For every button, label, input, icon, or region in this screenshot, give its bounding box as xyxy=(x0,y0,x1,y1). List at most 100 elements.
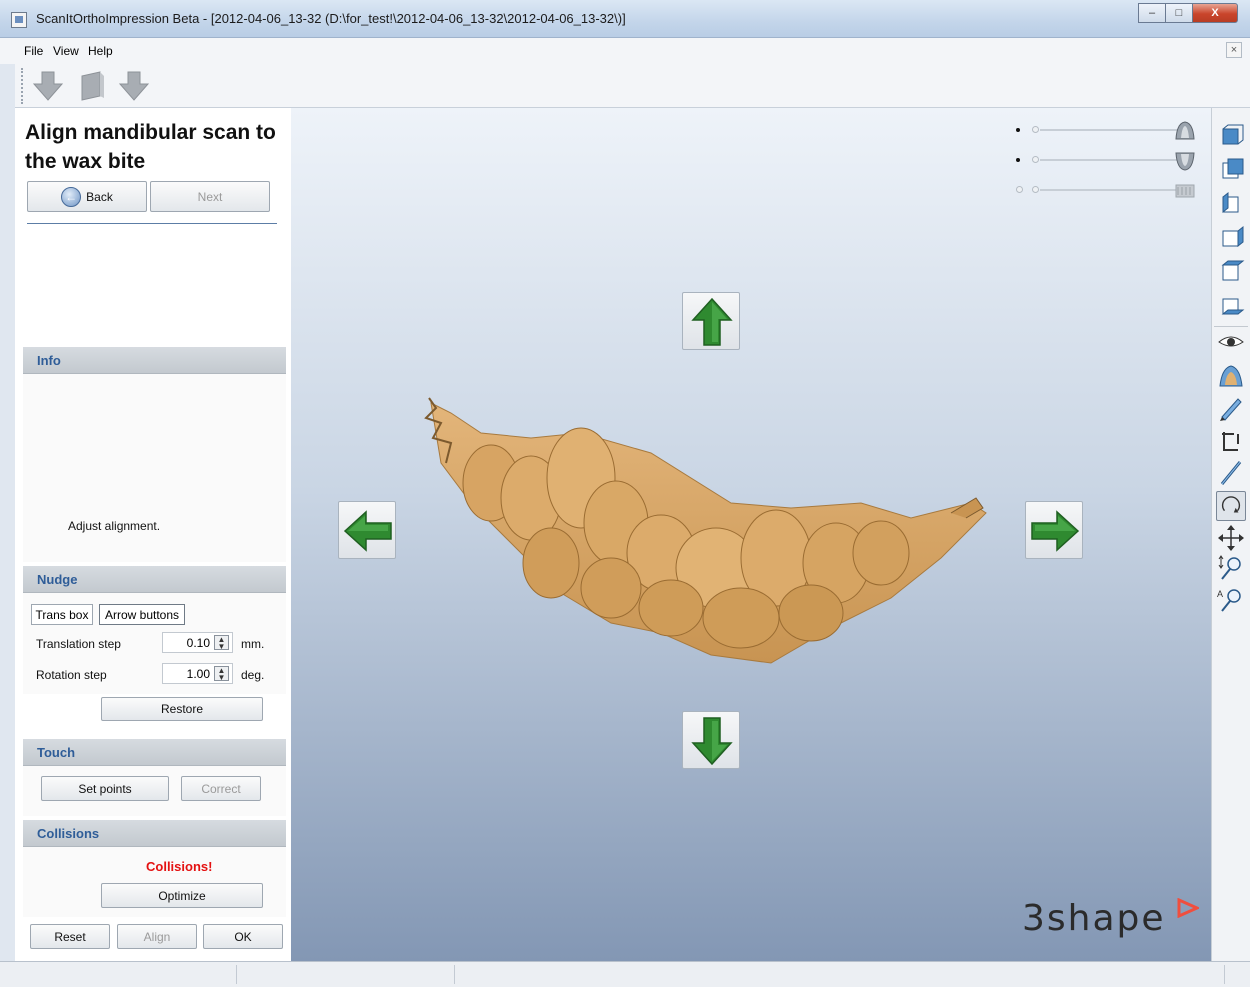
pan-icon[interactable] xyxy=(1216,523,1246,553)
touch-header-label: Touch xyxy=(37,745,76,760)
status-cell-1 xyxy=(15,965,237,984)
wax-bite-icon[interactable] xyxy=(1174,181,1196,201)
slider-ring xyxy=(1032,126,1039,133)
menu-bar: File View Help × xyxy=(0,38,1250,64)
menu-help[interactable]: Help xyxy=(88,44,113,58)
menu-view[interactable]: View xyxy=(53,44,79,58)
rotation-step-label: Rotation step xyxy=(36,668,107,682)
collisions-header-label: Collisions xyxy=(37,826,100,841)
collisions-section-header[interactable]: Collisions xyxy=(23,820,286,847)
translation-step-label: Translation step xyxy=(36,637,121,651)
measure-icon[interactable] xyxy=(1216,458,1246,488)
slider-ring xyxy=(1032,156,1039,163)
window-title: ScanItOrthoImpression Beta - [2012-04-06… xyxy=(36,11,626,26)
info-section-header[interactable]: Info xyxy=(23,347,286,374)
back-button[interactable]: ← Back xyxy=(27,181,147,212)
zoom-icon[interactable] xyxy=(1216,553,1246,583)
arrow-down-icon xyxy=(691,717,733,766)
eye-icon[interactable] xyxy=(1216,328,1246,358)
close-button[interactable]: X xyxy=(1192,3,1238,23)
rotation-step-value: 1.00 xyxy=(186,667,210,681)
view-bottom-icon[interactable] xyxy=(1216,290,1246,320)
nudge-section-header[interactable]: Nudge xyxy=(23,566,286,593)
rotation-step-input[interactable]: 1.00 ▲ ▼ xyxy=(162,663,233,684)
arrow-down-icon[interactable] xyxy=(116,68,152,104)
lower-jaw-visibility-slider[interactable] xyxy=(1016,151,1206,171)
tab-arrow-buttons[interactable]: Arrow buttons xyxy=(99,604,185,625)
info-section-body xyxy=(23,374,286,562)
view-front-icon[interactable] xyxy=(1216,120,1246,150)
slider-track xyxy=(1040,189,1180,191)
view-back-icon[interactable] xyxy=(1216,154,1246,184)
slider-ring xyxy=(1032,186,1039,193)
brand-text: 3shape xyxy=(1022,898,1166,939)
spinner-arrows-icon[interactable]: ▲ ▼ xyxy=(214,635,229,651)
menu-file[interactable]: File xyxy=(24,44,43,58)
back-arrow-icon: ← xyxy=(61,186,82,207)
move-up-button[interactable] xyxy=(682,292,740,350)
rotate-icon[interactable] xyxy=(1216,491,1246,521)
status-cell-2 xyxy=(237,965,455,984)
slider-track xyxy=(1040,129,1180,131)
view-toolbar: A xyxy=(1211,108,1250,961)
dental-model[interactable] xyxy=(411,393,991,673)
arrow-left-icon xyxy=(343,510,392,552)
window-frame xyxy=(0,64,15,961)
rotation-unit: deg. xyxy=(241,668,265,682)
back-label: Back xyxy=(86,189,113,204)
view-left-icon[interactable] xyxy=(1216,188,1246,218)
slider-min-dot xyxy=(1016,128,1020,132)
next-button[interactable]: Next xyxy=(150,181,270,212)
ok-button[interactable]: OK xyxy=(203,924,283,949)
upper-jaw-visibility-slider[interactable] xyxy=(1016,121,1206,141)
wizard-panel: Align mandibular scan to the wax bite ← … xyxy=(15,108,291,961)
status-cell-3 xyxy=(455,965,1225,984)
set-points-button[interactable]: Set points xyxy=(41,776,169,801)
document-close-button[interactable]: × xyxy=(1226,42,1242,58)
app-icon xyxy=(11,12,27,28)
minimize-button[interactable]: – xyxy=(1138,3,1166,23)
collisions-status: Collisions! xyxy=(146,859,213,874)
align-button[interactable]: Align xyxy=(117,924,197,949)
translation-unit: mm. xyxy=(241,637,265,651)
correct-button[interactable]: Correct xyxy=(181,776,261,801)
move-left-button[interactable] xyxy=(338,501,396,559)
3d-viewport[interactable]: 3shape xyxy=(291,108,1211,961)
maximize-button[interactable]: □ xyxy=(1165,3,1193,23)
auto-zoom-icon[interactable]: A xyxy=(1216,585,1246,615)
caption-buttons: – □ X xyxy=(1138,3,1238,25)
pencil-icon[interactable] xyxy=(1216,393,1246,423)
translation-step-input[interactable]: 0.10 ▲ ▼ xyxy=(162,632,233,653)
slider-ring xyxy=(1016,186,1023,193)
wax-bite-visibility-slider[interactable] xyxy=(1016,181,1206,201)
visibility-icon[interactable] xyxy=(1216,360,1246,390)
tab-trans-box[interactable]: Trans box xyxy=(31,604,93,625)
slider-track xyxy=(1040,159,1180,161)
translation-step-value: 0.10 xyxy=(186,636,210,650)
toolbar-grip[interactable] xyxy=(21,68,24,104)
view-right-icon[interactable] xyxy=(1216,222,1246,252)
arrow-down-icon[interactable] xyxy=(30,68,66,104)
scan-cube-icon[interactable] xyxy=(74,68,110,104)
touch-section-header[interactable]: Touch xyxy=(23,739,286,766)
move-down-button[interactable] xyxy=(682,711,740,769)
status-bar xyxy=(0,961,1250,987)
wizard-divider xyxy=(27,223,277,224)
toolbar-separator xyxy=(1214,326,1248,327)
move-right-button[interactable] xyxy=(1025,501,1083,559)
restore-button[interactable]: Restore xyxy=(101,697,263,721)
optimize-button[interactable]: Optimize xyxy=(101,883,263,908)
spinner-arrows-icon[interactable]: ▲ ▼ xyxy=(214,666,229,682)
svg-text:A: A xyxy=(1217,589,1223,599)
crop-icon[interactable] xyxy=(1216,426,1246,456)
lower-jaw-icon[interactable] xyxy=(1174,151,1196,171)
brand-logo: 3shape xyxy=(1022,897,1201,939)
info-text: Adjust alignment. xyxy=(68,519,161,533)
slider-min-dot xyxy=(1016,158,1020,162)
main-toolbar xyxy=(0,64,1250,108)
upper-jaw-icon[interactable] xyxy=(1174,121,1196,141)
view-top-icon[interactable] xyxy=(1216,256,1246,286)
reset-button[interactable]: Reset xyxy=(30,924,110,949)
nudge-header-label: Nudge xyxy=(37,572,78,587)
brand-triangle-icon xyxy=(1177,897,1201,919)
